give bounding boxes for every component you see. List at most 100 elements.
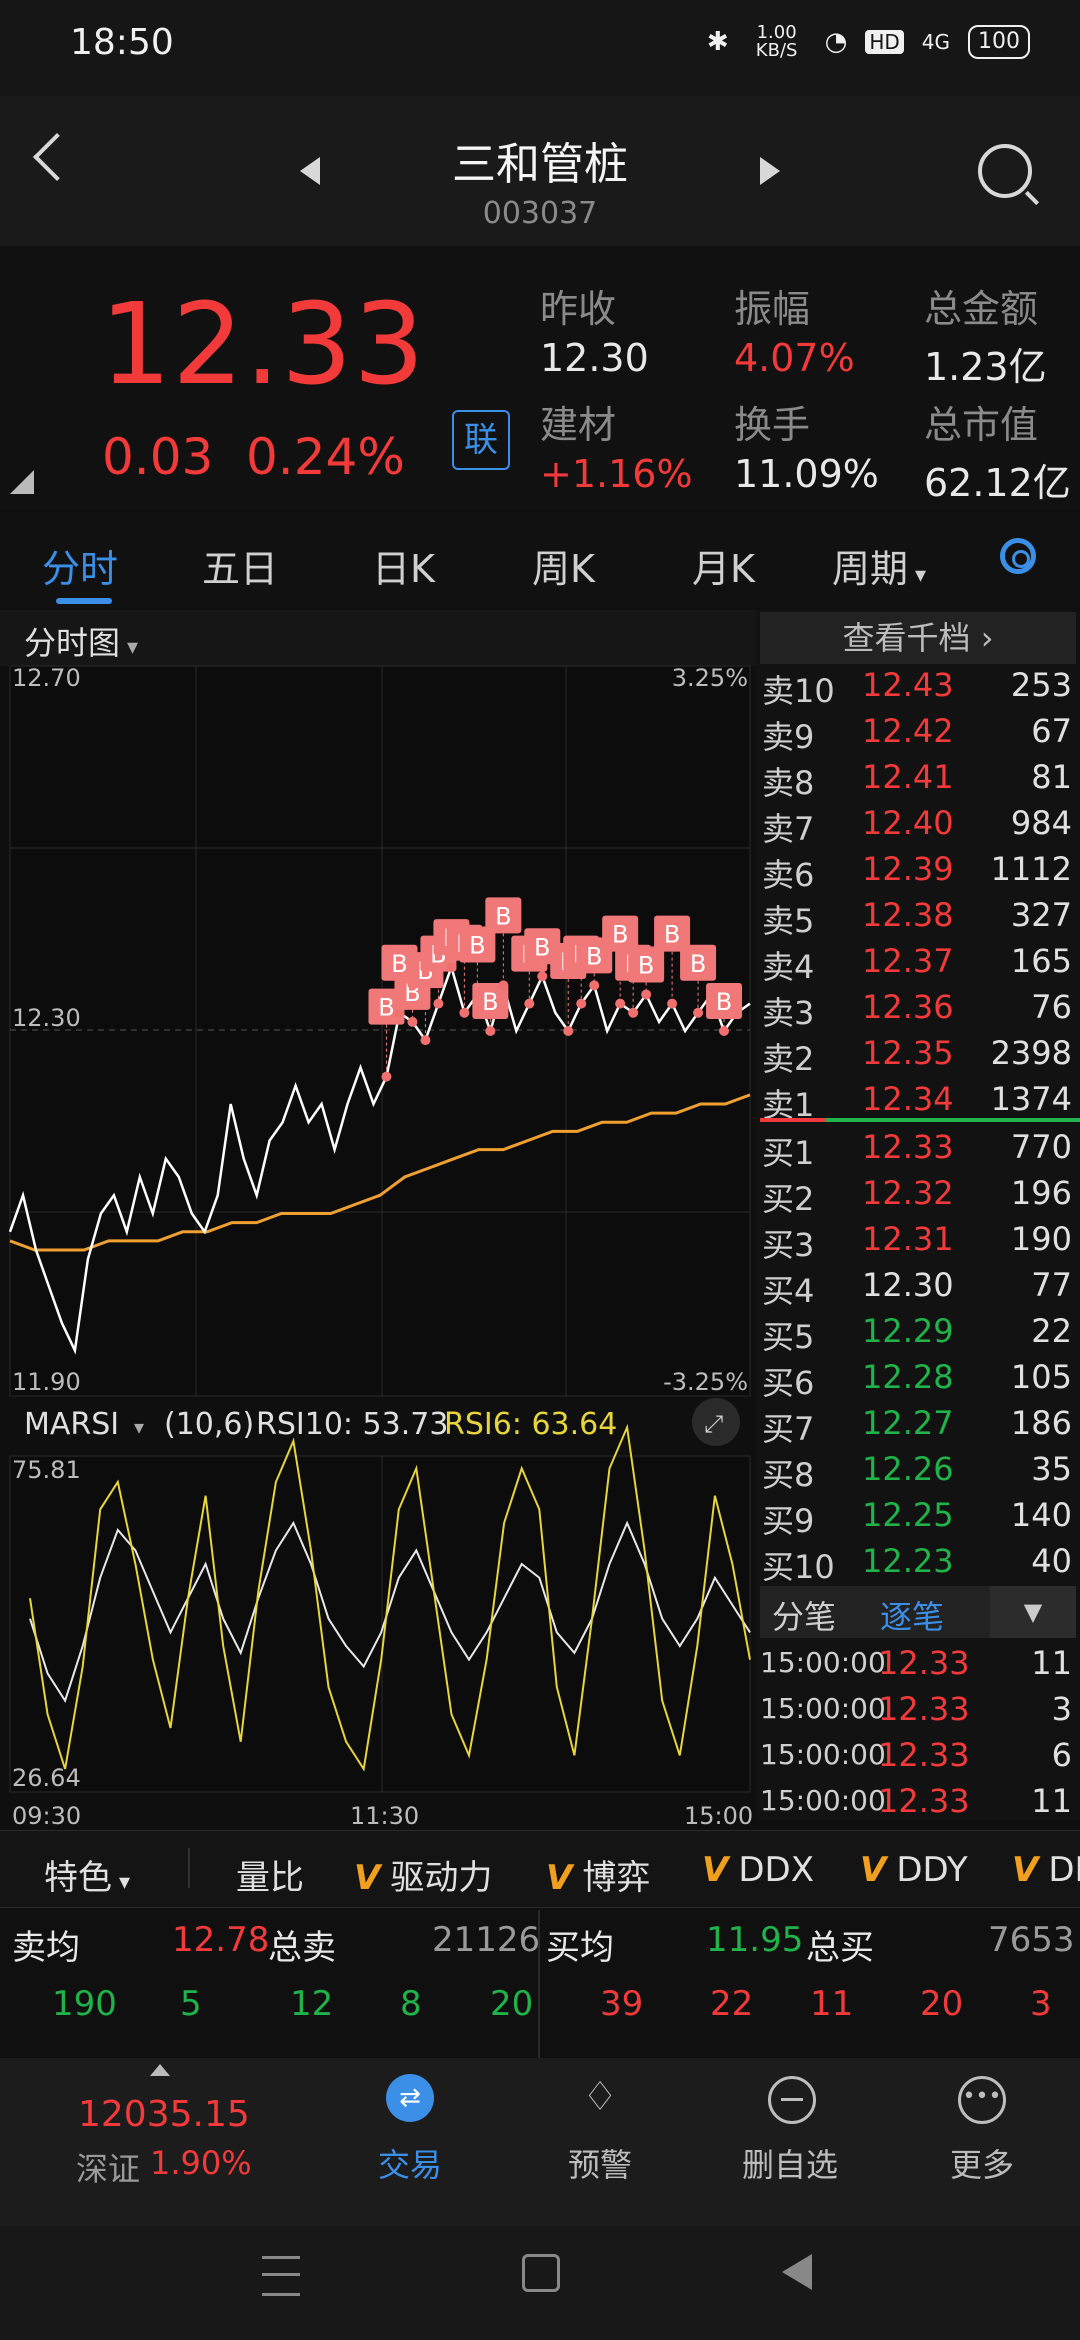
stat-value: 12.30 [540,336,649,380]
buy-marker-label: B [586,942,602,970]
search-icon[interactable] [978,144,1032,198]
buy-queue-volume: 20 [920,1984,964,2024]
tab-intraday[interactable]: 分时 [42,538,118,593]
menu-icon[interactable] [262,2256,300,2296]
feature-ddx[interactable]: V DDX [702,1850,814,1890]
nav-trade[interactable]: 交易 [330,2140,490,2186]
stat-value: +1.16% [540,452,693,496]
ask-row[interactable]: 卖10 12.43 253 [760,666,1076,712]
ask-row[interactable]: 卖9 12.42 67 [760,712,1076,758]
pct-ytick-bottom: -3.25% [663,1368,748,1396]
bid-row[interactable]: 买1 12.33 770 [760,1128,1076,1174]
remove-watchlist-icon[interactable] [768,2076,816,2124]
tab-period[interactable]: 周期 ▾ [832,538,926,593]
stat-label: 昨收 [540,287,617,331]
buy-marker-label: B [495,902,511,930]
ask-row[interactable]: 卖5 12.38 327 [760,896,1076,942]
back-nav-icon[interactable] [782,2254,812,2290]
tab-weekly-k[interactable]: 周K [532,538,595,593]
chart-type-label: 分时图 [24,624,121,662]
ask-row[interactable]: 卖4 12.37 165 [760,942,1076,988]
view-levels-button[interactable]: 查看千档 › [760,612,1076,664]
trade-marker-dot [615,998,626,1009]
bluetooth-icon: ✱ [706,27,729,57]
tab-five-day[interactable]: 五日 [202,538,278,593]
nav-remove-watchlist[interactable]: 删自选 [710,2140,870,2186]
tick-row: 15:00:00 12.33 3 [760,1690,1076,1738]
intraday-chart[interactable]: BBBBBBBBBBBBBBBBBBBBB 12.70 12.30 11.90 … [0,664,756,1830]
bid-row[interactable]: 买2 12.32 196 [760,1174,1076,1220]
chevron-down-icon[interactable]: ▼ [990,1586,1076,1638]
signal-icon: 4G [921,30,950,54]
feature-drive[interactable]: V 驱动力 [354,1850,492,1899]
bid-row[interactable]: 买8 12.26 35 [760,1450,1076,1496]
chart-type-selector[interactable]: 分时图 ▾ [24,618,138,664]
xtick-noon: 11:30 [350,1802,419,1830]
index-value[interactable]: 12035.15 [78,2094,250,2135]
bid-row[interactable]: 买7 12.27 186 [760,1404,1076,1450]
level-price: 12.42 [862,712,954,750]
level-price: 12.27 [862,1404,954,1442]
tab-tick-detail[interactable]: 逐笔 [880,1592,944,1638]
buy-avg-value: 11.95 [706,1920,804,1960]
trade-marker-dot [641,989,652,1000]
buy-marker-label: B [664,921,680,949]
level-price: 12.30 [862,1266,954,1304]
level-label: 卖6 [762,856,815,894]
level-price: 12.41 [862,758,954,796]
xtick-close: 15:00 [684,1802,753,1830]
ask-row[interactable]: 卖7 12.40 984 [760,804,1076,850]
ask-row[interactable]: 卖2 12.35 2398 [760,1034,1076,1080]
trade-marker-dot [576,998,587,1009]
tab-daily-k[interactable]: 日K [372,538,435,593]
ask-row[interactable]: 卖6 12.39 1112 [760,850,1076,896]
feature-game[interactable]: V 博弈 [546,1850,650,1899]
tab-monthly-k[interactable]: 月K [692,538,755,593]
level-price: 12.33 [862,1128,954,1166]
bid-row[interactable]: 买6 12.28 105 [760,1358,1076,1404]
nav-alert[interactable]: 预警 [520,2140,680,2186]
ask-row[interactable]: 卖3 12.36 76 [760,988,1076,1034]
dropdown-icon: ▾ [120,635,139,660]
related-button[interactable]: 联 [452,410,510,470]
alert-bell-icon[interactable]: ♢ [578,2074,622,2120]
bid-row[interactable]: 买4 12.30 77 [760,1266,1076,1312]
trade-marker-dot [485,1026,496,1036]
level-price: 12.29 [862,1312,954,1350]
feature-ddy[interactable]: V DDY [860,1850,968,1890]
trade-icon[interactable]: ⇄ [386,2074,434,2122]
level-label: 买5 [762,1318,815,1356]
prev-stock-icon[interactable] [300,157,320,185]
feature-special[interactable]: 特色 ▾ [44,1850,130,1899]
level-price: 12.34 [862,1080,954,1118]
nav-more[interactable]: 更多 [902,2140,1062,2186]
price-ytick-mid: 12.30 [12,1004,81,1032]
sector-link[interactable]: 建材 [540,394,616,449]
home-icon[interactable] [522,2254,560,2292]
level-label: 买1 [762,1134,815,1172]
vip-icon: V [860,1850,887,1890]
expand-up-icon[interactable] [150,2064,170,2076]
trade-marker-dot [407,1016,418,1027]
bid-row[interactable]: 买3 12.31 190 [760,1220,1076,1266]
feature-dd[interactable]: VDD [1012,1850,1080,1890]
trade-marker-dot [433,998,444,1009]
ask-row[interactable]: 卖8 12.41 81 [760,758,1076,804]
feature-volume-ratio[interactable]: 量比 [236,1850,304,1899]
feature-dd-label: DD [1048,1850,1080,1890]
next-stock-icon[interactable] [760,157,780,185]
expand-corner-icon[interactable] [10,470,34,494]
level-volume: 165 [1010,942,1072,980]
buy-total-value: 7653 [988,1920,1075,1960]
bid-row[interactable]: 买5 12.29 22 [760,1312,1076,1358]
bid-row[interactable]: 买10 12.23 40 [760,1542,1076,1588]
settings-gear-icon[interactable] [1000,538,1036,574]
level-volume: 2398 [990,1034,1072,1072]
more-icon[interactable]: ••• [958,2076,1006,2124]
bid-row[interactable]: 买9 12.25 140 [760,1496,1076,1542]
level-volume: 196 [1010,1174,1072,1212]
tab-tick-snapshot[interactable]: 分笔 [772,1592,836,1638]
level-volume: 140 [1010,1496,1072,1534]
sell-avg-label: 卖均 [12,1928,80,1968]
level-price: 12.38 [862,896,954,934]
